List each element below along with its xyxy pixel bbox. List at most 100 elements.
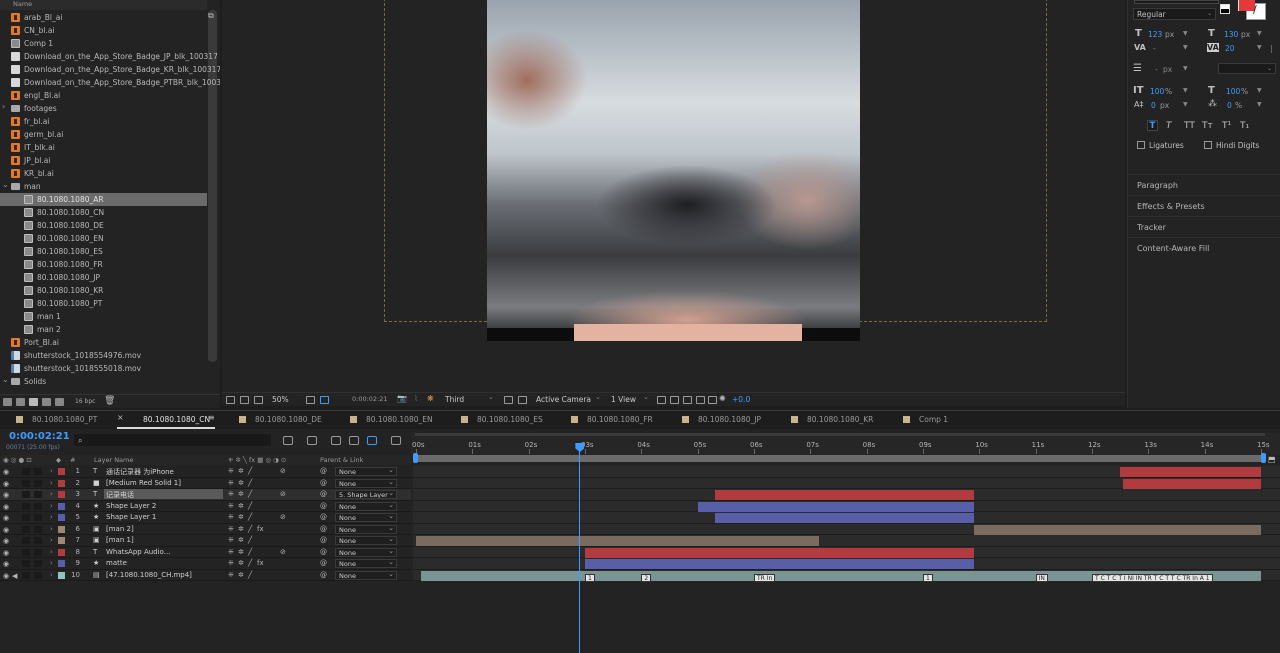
visibility-eye-icon[interactable]: ◉ [3,503,12,511]
pickwhip-icon[interactable]: @ [320,559,327,567]
folder-twirl-icon[interactable]: ⌄ [2,180,9,189]
project-item[interactable]: 80.1080.1080_CN [0,206,207,219]
visibility-eye-icon[interactable]: ◉ [3,468,12,476]
twirl-down-icon[interactable]: › [50,571,53,579]
quality-switch-icon[interactable]: ╱ [248,559,252,567]
lock-switch[interactable] [34,479,42,487]
collapse-switch-icon[interactable]: ✲ [238,525,244,533]
project-scrollbar[interactable] [208,10,217,362]
visibility-eye-icon[interactable]: ◉ [3,537,12,545]
comp-marker-bin-icon[interactable]: ⬒ [1268,455,1276,464]
adjustment-switch-icon[interactable]: ⊘ [280,548,286,556]
label-column-icon[interactable]: ◆ [56,456,61,464]
parent-dropdown[interactable]: None [335,570,397,580]
layer-row[interactable]: ◉ › 9 ★ matte ⁜ ✲ ╱ fx @ None [0,558,411,570]
layer-row[interactable]: ◉ › 2 ■ [Medium Red Solid 1] ⁜ ✲ ╱ @ None [0,478,411,489]
work-area-end-handle[interactable] [1261,453,1266,463]
tsume-value[interactable]: 0 [1227,101,1232,110]
font-style-dropdown[interactable]: Regular ⌄ [1133,8,1216,20]
shy-switch-icon[interactable]: ⁜ [228,559,234,567]
layer-duration-bar[interactable] [973,524,1261,535]
pickwhip-icon[interactable]: @ [320,548,327,556]
layer-name[interactable]: [47.1080.1080_CH.mp4] [106,571,192,579]
twirl-down-icon[interactable]: › [50,490,53,498]
quality-switch-icon[interactable]: ╱ [248,548,252,556]
parent-dropdown[interactable]: None [335,524,397,534]
project-item[interactable]: Download_on_the_App_Store_Badge_KR_blk_1… [0,63,220,76]
draft-3d-icon[interactable] [307,436,317,445]
project-item[interactable]: KR_bl.ai [0,167,207,180]
layer-marker[interactable]: 1 [585,574,595,582]
flowchart-view-icon[interactable] [696,396,705,404]
project-item[interactable]: man 2 [0,323,207,336]
layer-marker[interactable]: T C T C T I NI IN TR T C T T C TR In A 1 [1092,574,1213,582]
subscript-icon[interactable]: T₁ [1240,121,1249,131]
layer-row[interactable]: ◉ › 6 ▣ [man 2] ⁜ ✲ ╱ fx @ None [0,524,411,535]
twirl-down-icon[interactable]: › [50,559,53,567]
label-color-swatch[interactable] [58,548,65,556]
parent-dropdown[interactable]: None [335,559,397,568]
solo-switch[interactable] [22,571,30,579]
layer-duration-bar[interactable] [1120,467,1261,477]
parent-dropdown[interactable]: None [335,478,397,488]
lock-switch[interactable] [34,525,42,533]
quality-switch-icon[interactable]: ╱ [248,571,252,579]
layer-row[interactable]: ◉ › 5 ★ Shape Layer 1 ⁜ ✲ ╱ ⊘ @ None [0,512,411,524]
solo-switch[interactable] [22,525,30,533]
project-item[interactable]: Download_on_the_App_Store_Badge_PTBR_blk… [0,76,220,89]
layer-name[interactable]: [man 2] [106,525,134,533]
lock-switch[interactable] [34,560,42,567]
quality-switch-icon[interactable]: ╱ [248,467,252,475]
layer-row[interactable]: ◉ ◀ › 10 ▤ [47.1080.1080_CH.mp4] ⁜ ✲ ╱ @ None [0,570,411,581]
superscript-icon[interactable]: T¹ [1222,121,1231,131]
adjustment-switch-icon[interactable]: ⊘ [280,513,286,521]
twirl-down-icon[interactable]: › [50,525,53,533]
parent-dropdown[interactable]: None [335,513,397,522]
solo-switch[interactable] [22,491,30,498]
project-item[interactable]: ⌄ Solids [0,375,207,388]
time-navigator[interactable] [415,433,1265,436]
region-of-interest-icon[interactable] [320,396,329,404]
shy-switch-icon[interactable]: ⁜ [228,467,234,475]
vertical-scale-value[interactable]: 100 [1150,87,1164,96]
project-item[interactable]: 80.1080.1080_FR [0,258,207,271]
audio-speaker-icon[interactable]: ◀ [12,572,21,580]
pickwhip-icon[interactable]: @ [320,525,327,533]
project-item[interactable]: 80.1080.1080_ES [0,245,207,258]
lock-switch[interactable] [34,548,42,556]
parent-dropdown[interactable]: None [335,467,397,476]
toggle-pixel-icon[interactable] [657,396,666,404]
trash-icon[interactable]: 🗑 [104,396,115,406]
effects-switch-icon[interactable]: fx [257,559,264,567]
visibility-eye-icon[interactable]: ◉ [3,480,12,488]
color-depth-icon[interactable] [55,398,64,406]
shy-icon[interactable] [331,436,341,445]
shy-switch-icon[interactable]: ⁜ [228,525,234,533]
collapse-switch-icon[interactable]: ✲ [238,559,244,567]
panel-section-effects-presets[interactable]: Effects & Presets [1128,195,1280,216]
all-caps-icon[interactable]: TT [1184,121,1195,131]
quality-switch-icon[interactable]: ╱ [248,536,252,544]
layer-row[interactable]: ◉ › 8 T WhatsApp Audio... ⁜ ✲ ╱ ⊘ @ None [0,547,411,558]
layer-duration-bar[interactable] [1122,478,1261,489]
visibility-eye-icon[interactable]: ◉ [3,549,12,557]
lock-switch[interactable] [34,468,42,475]
parent-dropdown[interactable]: None [335,536,397,545]
horizontal-scale-chevron-icon[interactable]: ▼ [1257,87,1262,94]
viewer-timecode[interactable]: 0:00:02:21 [352,395,388,403]
quality-switch-icon[interactable]: ╱ [248,513,252,521]
bpc-toggle[interactable]: 16 bpc [75,398,95,405]
parent-dropdown[interactable]: 5. Shape Layer [335,490,397,499]
adjustment-switch-icon[interactable]: ⊘ [280,490,286,498]
hindi-digits-checkbox[interactable] [1204,141,1212,149]
project-column-header[interactable]: Name [0,0,207,10]
project-item[interactable]: Port_Bl.ai [0,336,207,349]
layer-duration-bar[interactable] [585,547,974,558]
camera-dropdown[interactable]: Active Camera [536,395,591,404]
project-item[interactable]: shutterstock_1018555018.mov [0,362,207,375]
channel-icon[interactable]: ❋ [427,394,434,403]
collapse-switch-icon[interactable]: ✲ [238,490,244,498]
project-item[interactable]: engl_Bl.ai [0,89,207,102]
shy-switch-icon[interactable]: ⁜ [228,571,234,579]
collapse-switch-icon[interactable]: ✲ [238,502,244,510]
